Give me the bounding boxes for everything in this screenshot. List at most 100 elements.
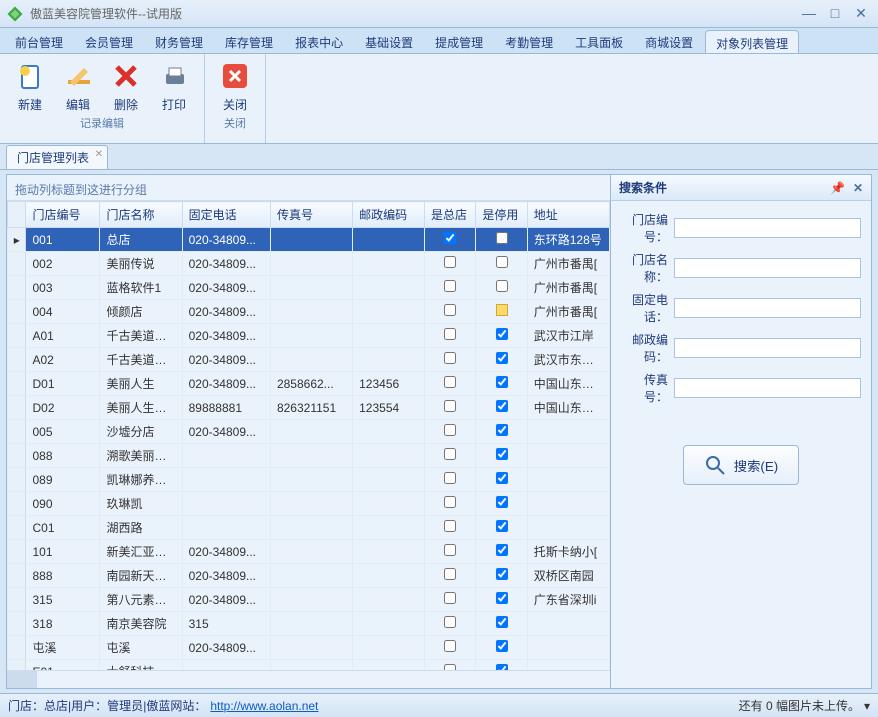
table-row[interactable]: 090玖琳凯: [8, 492, 610, 516]
print-button[interactable]: 打印: [150, 56, 198, 117]
col-header[interactable]: 邮政编码: [353, 202, 425, 228]
hq-checkbox[interactable]: [444, 280, 456, 292]
col-header[interactable]: 门店名称: [100, 202, 182, 228]
table-row[interactable]: 004倾颜店020-34809...广州市番禺[: [8, 300, 610, 324]
table-row[interactable]: C01湖西路: [8, 516, 610, 540]
hq-checkbox[interactable]: [444, 496, 456, 508]
disabled-checkbox[interactable]: [496, 352, 508, 364]
ribbon: 新建编辑删除打印 记录编辑 关闭 关闭: [0, 54, 878, 144]
table-row[interactable]: A01千古美道花...020-34809...武汉市江岸: [8, 324, 610, 348]
delete-button[interactable]: 删除: [102, 56, 150, 117]
hq-checkbox[interactable]: [444, 568, 456, 580]
search-fax-input[interactable]: [674, 378, 861, 398]
chevron-down-icon[interactable]: ▾: [864, 699, 870, 713]
close-button[interactable]: 关闭: [211, 56, 259, 117]
table-row[interactable]: 888南园新天地...020-34809...双桥区南园: [8, 564, 610, 588]
minimize-button[interactable]: —: [798, 5, 820, 23]
hq-checkbox[interactable]: [444, 376, 456, 388]
menu-item-4[interactable]: 报表中心: [285, 30, 353, 53]
disabled-checkbox[interactable]: [496, 280, 508, 292]
hq-checkbox[interactable]: [444, 304, 456, 316]
menu-item-3[interactable]: 库存管理: [215, 30, 283, 53]
hq-checkbox[interactable]: [444, 640, 456, 652]
disabled-checkbox[interactable]: [496, 232, 508, 244]
panel-close-icon[interactable]: ✕: [853, 181, 863, 195]
hq-checkbox[interactable]: [444, 520, 456, 532]
new-button[interactable]: 新建: [6, 56, 54, 117]
table-row[interactable]: D01美丽人生020-34809...2858662...123456中国山东青…: [8, 372, 610, 396]
table-row[interactable]: 101新美汇亚健...020-34809...托斯卡纳小[: [8, 540, 610, 564]
hq-checkbox[interactable]: [444, 424, 456, 436]
label-store-id: 门店编号：: [621, 211, 668, 245]
disabled-checkbox[interactable]: [496, 568, 508, 580]
disabled-checkbox[interactable]: [496, 376, 508, 388]
menu-item-9[interactable]: 商城设置: [635, 30, 703, 53]
col-header[interactable]: 固定电话: [182, 202, 270, 228]
tab-close-icon[interactable]: ✕: [95, 149, 103, 160]
disabled-checkbox[interactable]: [496, 256, 508, 268]
search-zip-input[interactable]: [674, 338, 861, 358]
disabled-checkbox[interactable]: [496, 424, 508, 436]
col-header[interactable]: 地址: [527, 202, 609, 228]
hq-checkbox[interactable]: [444, 328, 456, 340]
table-row[interactable]: 003蓝格软件1020-34809...广州市番禺[: [8, 276, 610, 300]
pin-icon[interactable]: 📌: [830, 181, 845, 195]
disabled-checkbox[interactable]: [496, 472, 508, 484]
search-store-name-input[interactable]: [674, 258, 861, 278]
disabled-checkbox[interactable]: [496, 616, 508, 628]
group-by-bar[interactable]: 拖动列标题到这进行分组: [7, 175, 610, 201]
col-header[interactable]: 是停用: [476, 202, 527, 228]
maximize-button[interactable]: □: [824, 5, 846, 23]
col-header[interactable]: 是总店: [425, 202, 476, 228]
table-row[interactable]: 002美丽传说020-34809...广州市番禺[: [8, 252, 610, 276]
table-row[interactable]: 屯溪屯溪020-34809...: [8, 636, 610, 660]
website-link[interactable]: http://www.aolan.net: [210, 699, 318, 713]
col-header[interactable]: 传真号: [270, 202, 352, 228]
hq-checkbox[interactable]: [444, 256, 456, 268]
menu-item-8[interactable]: 工具面板: [565, 30, 633, 53]
horizontal-scrollbar[interactable]: [7, 670, 610, 688]
hq-checkbox[interactable]: [444, 592, 456, 604]
disabled-checkbox[interactable]: [496, 640, 508, 652]
table-row[interactable]: E01大舒科技养...: [8, 660, 610, 671]
hq-checkbox[interactable]: [444, 400, 456, 412]
hq-checkbox[interactable]: [444, 616, 456, 628]
table-row[interactable]: D02美丽人生分...89888881826321151123554中国山东青岛: [8, 396, 610, 420]
label-tel: 固定电话：: [621, 291, 668, 325]
menu-item-5[interactable]: 基础设置: [355, 30, 423, 53]
doc-tab-store-list[interactable]: 门店管理列表✕: [6, 145, 108, 169]
disabled-checkbox[interactable]: [496, 520, 508, 532]
table-row[interactable]: 315第八元素龙...020-34809...广东省深圳i: [8, 588, 610, 612]
menu-item-0[interactable]: 前台管理: [5, 30, 73, 53]
menu-item-10[interactable]: 对象列表管理: [705, 30, 799, 53]
disabled-checkbox[interactable]: [496, 496, 508, 508]
col-header[interactable]: 门店编号: [26, 202, 100, 228]
hq-checkbox[interactable]: [444, 448, 456, 460]
table-row[interactable]: A02千古美道常...020-34809...武汉市东西湖: [8, 348, 610, 372]
hq-checkbox[interactable]: [444, 352, 456, 364]
menu-item-6[interactable]: 提成管理: [425, 30, 493, 53]
table-row[interactable]: ▸001总店020-34809...东环路128号: [8, 228, 610, 252]
menu-item-2[interactable]: 财务管理: [145, 30, 213, 53]
edit-button[interactable]: 编辑: [54, 56, 102, 117]
table-row[interactable]: 089凯琳娜养生...: [8, 468, 610, 492]
hq-checkbox[interactable]: [444, 544, 456, 556]
disabled-checkbox[interactable]: [496, 304, 508, 316]
disabled-checkbox[interactable]: [496, 592, 508, 604]
search-tel-input[interactable]: [674, 298, 861, 318]
menu-item-7[interactable]: 考勤管理: [495, 30, 563, 53]
hq-checkbox[interactable]: [444, 472, 456, 484]
titlebar: 傲蓝美容院管理软件--试用版 — □ ✕: [0, 0, 878, 28]
disabled-checkbox[interactable]: [496, 328, 508, 340]
table-row[interactable]: 088溯歌美丽健...: [8, 444, 610, 468]
hq-checkbox[interactable]: [444, 232, 456, 244]
menu-item-1[interactable]: 会员管理: [75, 30, 143, 53]
search-button[interactable]: 搜索(E): [683, 445, 799, 485]
close-window-button[interactable]: ✕: [850, 5, 872, 23]
table-row[interactable]: 005沙墟分店020-34809...: [8, 420, 610, 444]
disabled-checkbox[interactable]: [496, 544, 508, 556]
disabled-checkbox[interactable]: [496, 400, 508, 412]
table-row[interactable]: 318南京美容院315: [8, 612, 610, 636]
disabled-checkbox[interactable]: [496, 448, 508, 460]
search-store-id-input[interactable]: [674, 218, 861, 238]
